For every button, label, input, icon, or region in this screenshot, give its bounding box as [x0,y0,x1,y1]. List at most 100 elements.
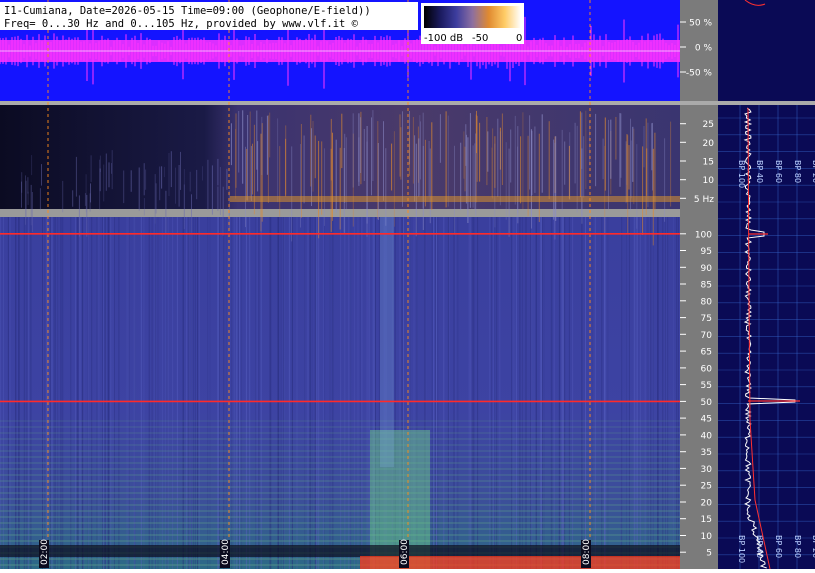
low-streak [418,138,420,197]
low-streak [84,193,86,206]
high-harmonic-band [0,444,680,446]
low-streak [422,112,424,209]
low-streak [279,146,281,217]
low-streak [615,117,617,160]
low-streak [514,115,516,205]
low-streak [497,118,499,197]
low-streak [360,117,362,173]
low-streak [538,133,540,222]
colorbar [424,6,521,28]
low-streak [314,135,316,179]
high-harmonic-band [0,438,680,440]
low-streak [217,158,219,186]
low-streak [99,168,101,192]
colorbar-label-mid: -50 [472,33,488,44]
low-streak [595,113,597,187]
low-streak [620,113,622,178]
low-streak [189,171,191,192]
bp-label-lower: BP 60 [774,535,783,558]
low-streak [412,117,414,184]
low-streak [332,132,333,221]
low-streak [632,126,634,182]
header-line-1: I1-Cumiana, Date=2026-05-15 Time=09:00 (… [4,5,371,17]
low-streak [311,128,312,206]
low-streak [75,156,77,197]
low-streak [170,151,172,188]
low-streak [627,135,629,234]
high-tick-label: 55 [701,381,712,391]
low-streak [27,191,29,205]
time-tick-label: 04:00 [221,539,231,565]
bp-label-upper: BP 40 [755,160,764,183]
low-streak [463,131,465,179]
low-streak [664,138,666,222]
low-streak [211,165,213,215]
low-streak [230,123,232,166]
low-streak [643,126,645,168]
high-tick-label: 100 [695,230,712,240]
low-streak [300,124,302,218]
low-streak [250,145,252,201]
low-streak [145,169,147,190]
low-streak [439,114,441,163]
low-tick-label: 5 Hz [694,195,714,205]
low-streak [202,166,203,181]
low-streak [235,113,237,188]
high-tick-label: 35 [701,448,712,458]
low-streak [476,110,477,154]
low-streak [670,121,672,207]
low-streak [574,122,576,184]
low-streak [341,113,343,169]
low-streak [548,121,550,199]
low-streak [62,180,64,213]
low-streak [247,115,249,201]
high-harmonic-band [0,516,680,518]
high-tick-label: 65 [701,348,712,358]
high-tick-label: 30 [701,465,713,475]
low-streak [501,113,503,185]
bp-label-upper: BP 80 [793,160,802,183]
low-streak [111,163,112,174]
low-streak [633,128,635,205]
high-axis-panel [680,217,718,569]
low-streak [414,135,416,202]
low-streak [175,167,176,204]
low-streak [399,114,401,177]
low-streak [445,111,447,208]
low-streak [492,128,494,199]
high-harmonic-band [0,504,680,506]
low-streak [583,136,585,198]
low-streak [217,186,219,211]
low-streak [27,177,29,194]
low-tick-label: 15 [703,158,714,168]
low-streak [86,194,88,237]
low-streak [377,121,379,219]
high-harmonic-band [0,534,680,536]
low-streak [39,188,41,210]
high-tick-label: 60 [701,364,713,374]
low-streak [385,148,387,226]
amp-tick-label: 0 % [695,44,713,54]
low-streak [400,127,402,180]
low-streak [324,148,325,226]
low-streak [393,131,395,227]
high-harmonic-band [0,522,680,524]
colorbar-label-max: 0 [516,33,522,44]
time-tick-label: 06:00 [400,539,410,565]
low-streak [330,118,332,181]
low-streak [207,159,209,210]
bp-label-lower: BP 100 [737,535,746,563]
low-streak [467,137,469,223]
low-streak [277,118,279,203]
high-harmonic-band [0,540,680,542]
low-streak [249,111,251,199]
low-streak [257,141,259,192]
low-streak [479,122,481,182]
low-streak [508,148,510,237]
low-streak [383,121,384,201]
low-streak [522,112,524,209]
low-streak [371,117,372,196]
low-streak [219,167,221,216]
high-harmonic-band [0,432,680,434]
low-streak [499,131,501,206]
